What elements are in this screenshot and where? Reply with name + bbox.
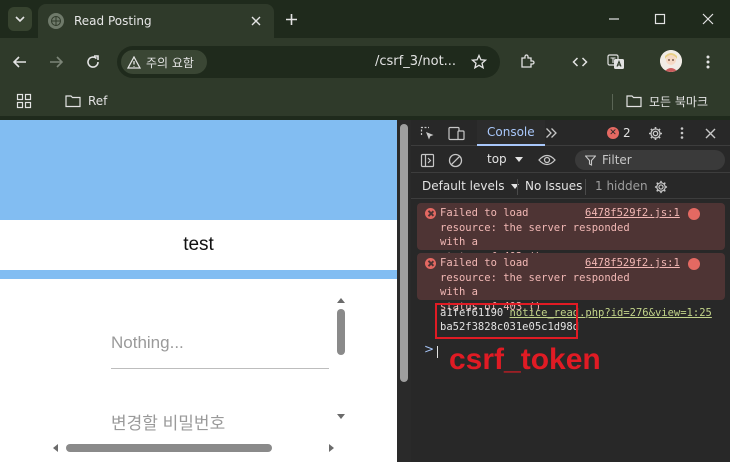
- error-icon: [425, 258, 436, 269]
- maximize-icon[interactable]: [648, 8, 672, 30]
- chevron-down-icon: [15, 16, 25, 23]
- more-tabs-chevron-icon[interactable]: [544, 126, 558, 140]
- browser-toolbar: 주의 요함 /csrf_3/not...: [0, 38, 730, 86]
- close-window-icon[interactable]: [696, 8, 720, 30]
- browser-tab[interactable]: Read Posting: [38, 4, 274, 38]
- post-title: test: [183, 234, 214, 255]
- folder-icon: [65, 95, 81, 108]
- log-levels-dropdown[interactable]: Default levels: [422, 179, 520, 193]
- web-page: test Nothing... 변경할 비밀번호: [0, 120, 397, 462]
- input-underline: [111, 368, 329, 369]
- error-count: 2: [623, 126, 631, 140]
- context-label: top: [487, 152, 507, 166]
- console-error-message: Failed to load resource: the server resp…: [417, 253, 725, 313]
- tab-search-button[interactable]: [8, 7, 32, 31]
- filter-funnel-icon: [585, 154, 596, 166]
- bookmark-folder-all[interactable]: 모든 북마크: [626, 91, 708, 111]
- clear-console-icon[interactable]: [447, 152, 463, 168]
- console-error-message: Failed to load resource: the server resp…: [417, 203, 725, 263]
- dropdown-arrow-icon: [514, 157, 523, 162]
- new-password-input[interactable]: 변경할 비밀번호: [111, 409, 225, 434]
- bookmark-star-icon[interactable]: [469, 52, 489, 72]
- profile-avatar[interactable]: [660, 50, 682, 72]
- annotation-label: csrf_token: [449, 343, 601, 376]
- apps-grid-icon[interactable]: [16, 91, 39, 111]
- inner-horizontal-scrollbar[interactable]: [50, 441, 340, 455]
- translate-icon[interactable]: [604, 50, 628, 74]
- scroll-right-arrow-icon[interactable]: [329, 444, 334, 452]
- reload-icon[interactable]: [81, 50, 105, 74]
- inner-horizontal-scroll-thumb[interactable]: [66, 444, 272, 452]
- page-vertical-scrollbar[interactable]: [397, 120, 411, 462]
- content-input[interactable]: Nothing...: [111, 333, 184, 353]
- folder-icon: [626, 95, 642, 108]
- console-input-caret[interactable]: [437, 346, 438, 358]
- bookmarks-bar: Ref 모든 북마크: [0, 86, 730, 116]
- issues-separator: [585, 179, 586, 195]
- more-menu-icon[interactable]: [696, 50, 720, 74]
- post-title-bar: test: [0, 220, 397, 270]
- devtools-menu-icon[interactable]: [677, 125, 687, 141]
- live-expression-eye-icon[interactable]: [537, 152, 557, 168]
- sidebar-toggle-icon[interactable]: [419, 152, 435, 168]
- tab-title: Read Posting: [74, 14, 152, 28]
- page-scroll-thumb[interactable]: [400, 124, 408, 382]
- page-divider-band: [0, 270, 397, 279]
- error-source-link[interactable]: 6478f529f2.js:1: [585, 256, 680, 271]
- hidden-count: 1 hidden: [595, 179, 648, 193]
- dropdown-arrow-icon: [511, 184, 520, 189]
- minimize-icon[interactable]: [602, 8, 626, 30]
- no-issues-button[interactable]: No Issues: [525, 179, 582, 193]
- extensions-icon[interactable]: [515, 50, 539, 74]
- scroll-left-arrow-icon[interactable]: [53, 444, 58, 452]
- form-area: Nothing... 변경할 비밀번호: [0, 279, 397, 462]
- filter-placeholder: Filter: [602, 153, 632, 167]
- forward-arrow-icon[interactable]: [44, 50, 68, 74]
- back-arrow-icon[interactable]: [8, 50, 32, 74]
- security-chip-label: 주의 요함: [146, 55, 194, 70]
- page-header-band: [0, 120, 397, 220]
- bookmarks-separator: [612, 94, 613, 110]
- levels-separator: [517, 179, 518, 195]
- error-counter[interactable]: ✕ 2: [607, 126, 631, 140]
- security-chip[interactable]: 주의 요함: [121, 50, 207, 74]
- bookmark-label: 모든 북마크: [649, 94, 709, 109]
- devtools-tabbar: Console ✕ 2: [411, 120, 730, 146]
- console-toolbar: top Filter: [411, 147, 730, 173]
- error-icon: [425, 208, 436, 219]
- error-x-icon: ✕: [607, 127, 619, 139]
- tab-strip: Read Posting: [0, 0, 730, 38]
- console-levels-bar: Default levels No Issues 1 hidden: [411, 174, 730, 199]
- close-devtools-icon[interactable]: [703, 126, 717, 140]
- inner-vertical-scroll-thumb[interactable]: [337, 309, 345, 355]
- source-badge-icon[interactable]: [688, 208, 700, 220]
- error-source-link[interactable]: 6478f529f2.js:1: [585, 206, 680, 221]
- scroll-up-arrow-icon[interactable]: [337, 298, 345, 303]
- source-badge-icon[interactable]: [688, 258, 700, 270]
- csrf-token-highlight-box: [435, 303, 578, 339]
- context-selector[interactable]: top: [487, 152, 523, 166]
- log-levels-label: Default levels: [422, 179, 505, 193]
- bookmark-folder-ref[interactable]: Ref: [65, 91, 107, 111]
- scroll-down-arrow-icon[interactable]: [337, 414, 345, 419]
- tab-console-label: Console: [487, 125, 535, 139]
- tab-close-icon[interactable]: [248, 13, 264, 29]
- inner-vertical-scrollbar[interactable]: [334, 295, 348, 425]
- filter-input[interactable]: Filter: [575, 150, 725, 170]
- console-settings-gear-icon[interactable]: [653, 179, 669, 195]
- device-toolbar-icon[interactable]: [447, 125, 465, 141]
- console-prompt: >: [424, 342, 435, 356]
- warning-icon: [127, 55, 141, 69]
- inspect-element-icon[interactable]: [419, 125, 435, 141]
- address-bar[interactable]: 주의 요함 /csrf_3/not...: [117, 46, 500, 78]
- url-text: /csrf_3/not...: [375, 54, 457, 69]
- globe-icon: [48, 13, 64, 29]
- bookmark-label: Ref: [88, 94, 108, 108]
- tab-console[interactable]: Console: [477, 120, 545, 146]
- new-tab-button[interactable]: [280, 8, 302, 30]
- code-icon[interactable]: [568, 50, 592, 74]
- form-scroll-container[interactable]: Nothing... 변경할 비밀번호: [0, 295, 348, 452]
- devtools-panel: Console ✕ 2 top Filter Default levels No…: [411, 120, 730, 462]
- settings-gear-icon[interactable]: [647, 125, 663, 141]
